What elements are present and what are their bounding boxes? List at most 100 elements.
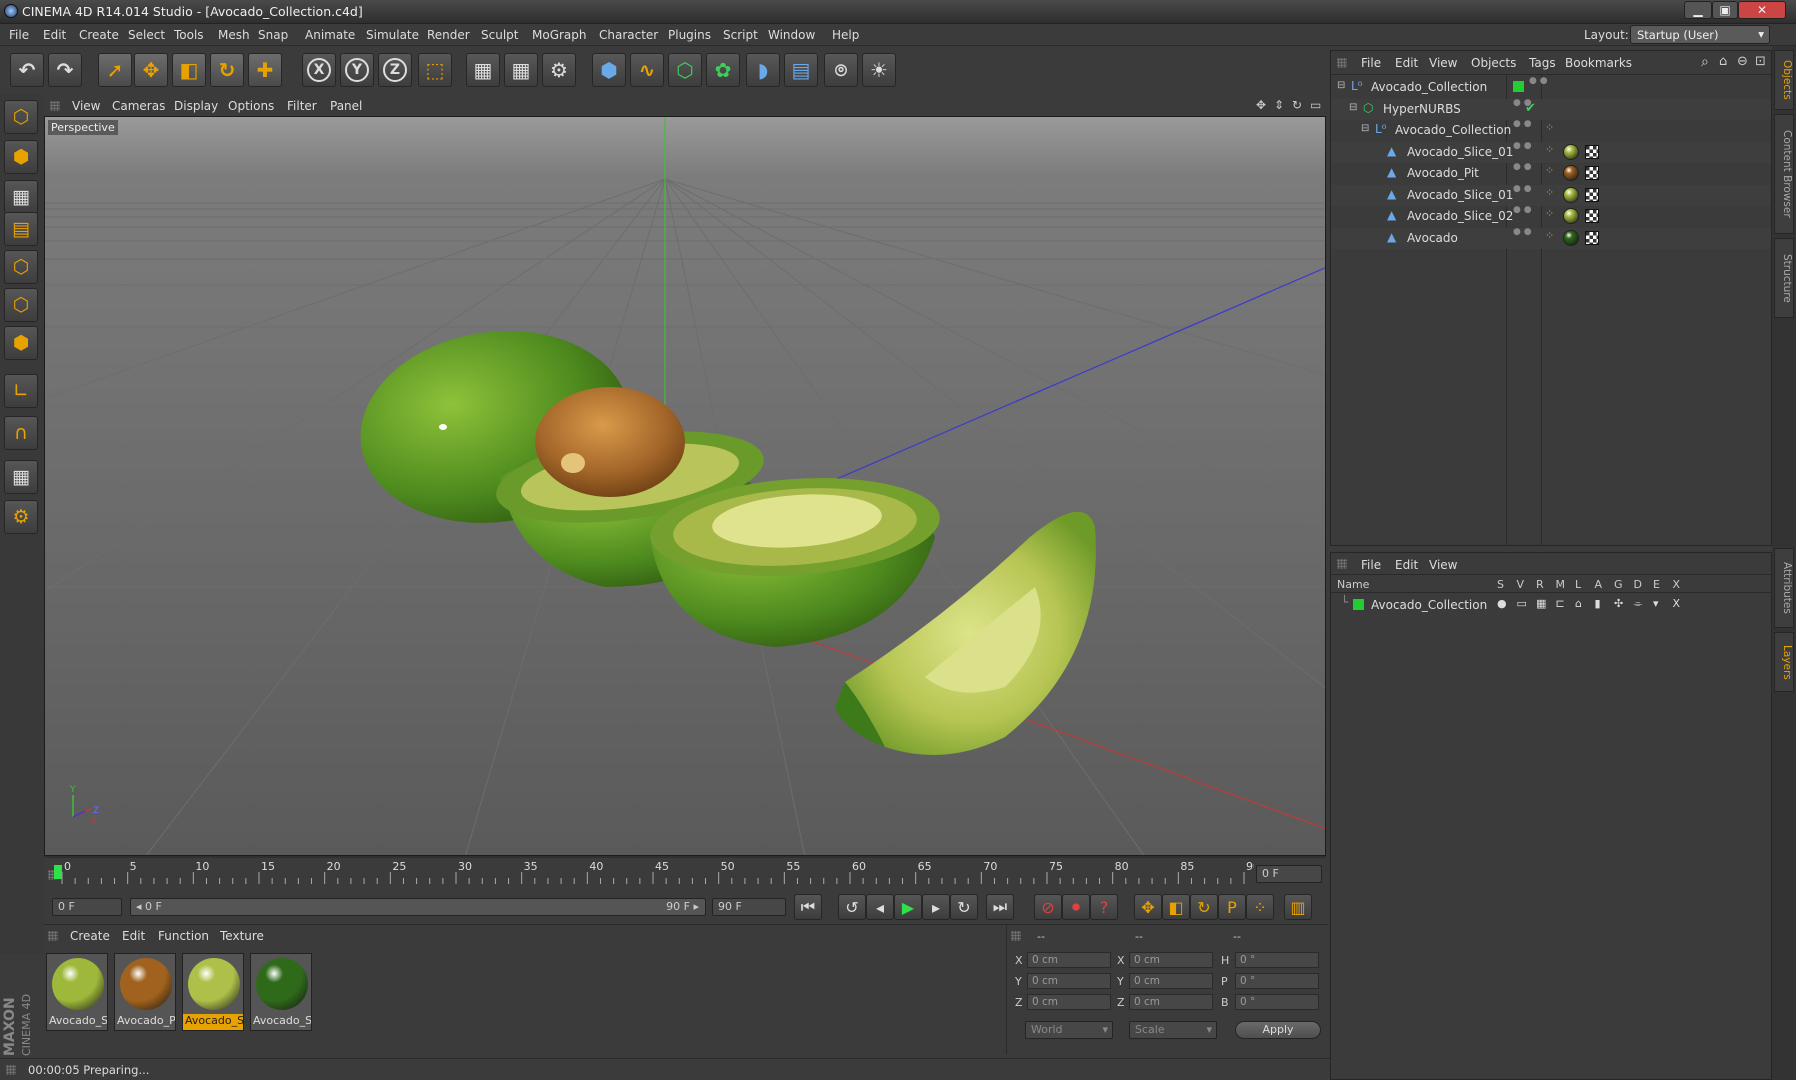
menu-mesh[interactable]: Mesh	[218, 28, 250, 42]
menu-tools[interactable]: Tools	[174, 28, 204, 42]
expressions-icon[interactable]: ▾	[1653, 597, 1659, 610]
edges-mode-button[interactable]: ⬡	[4, 288, 38, 322]
material-tag-icon[interactable]	[1563, 229, 1579, 246]
move-view-icon[interactable]: ✥	[1256, 98, 1266, 112]
start-frame-field[interactable]: 0 F	[52, 898, 122, 916]
menu-animate[interactable]: Animate	[305, 28, 355, 42]
points-mode-button[interactable]: ⬡	[4, 250, 38, 284]
rotate-button[interactable]: ↻	[210, 53, 244, 87]
layer-column-e[interactable]: E	[1653, 578, 1660, 591]
layout-dropdown[interactable]: Startup (User)	[1630, 25, 1770, 44]
apply-button[interactable]: Apply	[1235, 1021, 1321, 1039]
light-button[interactable]: ☀	[862, 53, 896, 87]
layer-menu-view[interactable]: View	[1429, 558, 1457, 572]
material-swatch[interactable]: Avocado_S	[250, 953, 312, 1031]
perspective-viewport[interactable]: Perspective Y X Z	[44, 116, 1326, 856]
help-button[interactable]: ?	[1090, 894, 1118, 920]
coord-size-field[interactable]: 0 cm	[1129, 952, 1213, 968]
snap-settings-button[interactable]: ⚙	[4, 500, 38, 534]
model-mode-button[interactable]: ⬢	[4, 140, 38, 174]
timeline-ruler[interactable]: 0 5 10 15 20 25 30 35 40 45 50 55 60 65 70 75 80 85 90	[54, 858, 1254, 890]
generators-icon[interactable]: ✣	[1614, 597, 1623, 610]
side-tab-layers[interactable]: Layers	[1774, 632, 1794, 692]
visibility-dots-icon[interactable]: ● ●	[1513, 184, 1532, 194]
next-key-button[interactable]: ↻	[950, 894, 978, 920]
visibility-dots-icon[interactable]: ● ●	[1513, 206, 1532, 215]
uvw-tag-icon[interactable]	[1585, 166, 1599, 180]
menu-help[interactable]: Help	[832, 28, 859, 42]
phong-tag-icon[interactable]: ⁘	[1545, 143, 1554, 156]
render-view-button[interactable]: ▦	[466, 53, 500, 87]
scale-key-button[interactable]: ◧	[1162, 894, 1190, 920]
coord-pos-field[interactable]: 0 cm	[1027, 973, 1111, 989]
panel-grip-icon[interactable]	[1337, 559, 1347, 569]
end-frame-field[interactable]: 90 F	[712, 898, 786, 916]
coord-rot-field[interactable]: 0 °	[1235, 952, 1319, 968]
material-tag-icon[interactable]	[1563, 143, 1579, 160]
object-row[interactable]: ⊟ L⁰ Avocado_Collection ● ●	[1331, 77, 1771, 98]
solo-icon[interactable]: ●	[1497, 597, 1507, 610]
side-tab-objects[interactable]: Objects	[1774, 50, 1794, 110]
preview-range-slider[interactable]: ◂ 0 F 90 F ▸	[130, 898, 706, 916]
rotate-key-button[interactable]: ↻	[1190, 894, 1218, 920]
material-tag-icon[interactable]	[1563, 186, 1579, 203]
viewport-menu-display[interactable]: Display	[174, 99, 218, 113]
coord-rot-field[interactable]: 0 °	[1235, 994, 1319, 1010]
scale-dropdown[interactable]: Scale ▾	[1129, 1021, 1217, 1039]
menu-window[interactable]: Window	[768, 28, 815, 42]
close-button[interactable]: ✕	[1738, 1, 1786, 19]
viewport-camera-label[interactable]: Perspective	[48, 120, 118, 135]
pla-key-button[interactable]: ⁘	[1246, 894, 1274, 920]
layer-column-x[interactable]: X	[1673, 578, 1681, 591]
menu-script[interactable]: Script	[723, 28, 758, 42]
menu-character[interactable]: Character	[599, 28, 658, 42]
scale-button[interactable]: ◧	[172, 53, 206, 87]
coord-pos-field[interactable]: 0 cm	[1027, 994, 1111, 1010]
viewport-menu-filter[interactable]: Filter	[287, 99, 317, 113]
timeline[interactable]: 0 5 10 15 20 25 30 35 40 45 50 55 60 65 70 75 80 85 90 0 F	[44, 858, 1326, 890]
material-tag-icon[interactable]	[1563, 165, 1579, 181]
visibility-dots-icon[interactable]: ● ●	[1513, 120, 1532, 129]
side-tab-content-browser[interactable]: Content Browser	[1774, 114, 1794, 234]
coord-rot-field[interactable]: 0 °	[1235, 973, 1319, 989]
enabled-check-icon[interactable]: ✔	[1525, 101, 1536, 116]
phong-tag-icon[interactable]: ⁘	[1545, 186, 1554, 199]
play-button[interactable]: ▶	[894, 894, 922, 920]
snap-grid-button[interactable]: ▦	[4, 460, 38, 494]
menu-snap[interactable]: Snap	[258, 28, 288, 42]
material-menu-function[interactable]: Function	[158, 929, 209, 943]
xref-icon[interactable]: X	[1673, 597, 1681, 610]
object-row[interactable]: ▲ Avocado ● ● ⁘	[1331, 227, 1771, 249]
avocado-pit[interactable]	[535, 387, 685, 497]
undo-button[interactable]: ↶	[10, 53, 44, 87]
object-row[interactable]: ▲ Avocado_Slice_02 ● ● ⁘	[1331, 206, 1771, 227]
axis-button[interactable]: ∟	[4, 374, 38, 408]
spline-button[interactable]: ∿	[630, 53, 664, 87]
magnet-button[interactable]: ∩	[4, 416, 38, 450]
uvw-tag-icon[interactable]	[1585, 187, 1599, 202]
object-row[interactable]: ▲ Avocado_Slice_01 ● ● ⁘	[1331, 184, 1771, 206]
live-selection-button[interactable]: ➚	[98, 53, 132, 87]
next-frame-button[interactable]: ▸	[922, 894, 950, 920]
viewport-menu-panel[interactable]: Panel	[330, 99, 362, 113]
panel-grip-icon[interactable]	[50, 101, 60, 111]
visible-render-icon[interactable]: ▦	[1536, 597, 1546, 610]
world-dropdown[interactable]: World ▾	[1025, 1021, 1113, 1039]
param-key-button[interactable]: P	[1218, 894, 1246, 920]
layer-column-m[interactable]: M	[1556, 578, 1566, 591]
panel-grip-icon[interactable]	[1337, 58, 1347, 68]
make-editable-button[interactable]: ⬡	[4, 100, 38, 134]
uvw-tag-icon[interactable]	[1585, 144, 1599, 159]
menu-create[interactable]: Create	[79, 28, 119, 42]
floor-button[interactable]: ▤	[784, 53, 818, 87]
material-swatch[interactable]: Avocado_P	[114, 953, 176, 1031]
nurbs-button[interactable]: ⬡	[668, 53, 702, 87]
polygons-mode-button[interactable]: ⬢	[4, 326, 38, 360]
minimize-button[interactable]: ▁	[1684, 1, 1712, 19]
material-menu-edit[interactable]: Edit	[122, 929, 145, 943]
object-menu-tags[interactable]: Tags	[1529, 56, 1556, 70]
object-row[interactable]: ⊟ L⁰ Avocado_Collection ● ● ⁘	[1331, 120, 1771, 141]
coord-size-field[interactable]: 0 cm	[1129, 994, 1213, 1010]
locked-icon[interactable]: ⌂	[1575, 597, 1582, 610]
layer-column-name[interactable]: Name	[1337, 578, 1369, 591]
